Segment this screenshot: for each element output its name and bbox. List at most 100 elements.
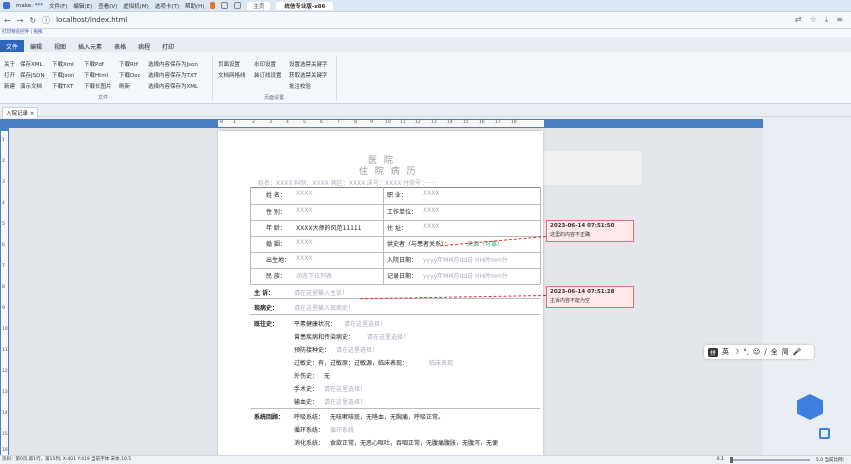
tab-title[interactable]: make: *** [16, 3, 43, 9]
ime-fullwidth[interactable]: 全 [771, 347, 778, 357]
ribbon-dl-xml[interactable]: 下载Xml [52, 60, 74, 68]
vertical-ruler[interactable]: 1 2 3 4 5 6 7 8 9 10 11 12 13 14 15 16 [0, 128, 9, 458]
ime-badge[interactable]: 拼 [708, 347, 719, 357]
menubar-course[interactable]: 病程 [132, 40, 156, 53]
url-field[interactable]: localhost/index.html [56, 16, 127, 24]
zoom-control[interactable]: 0.1 5.0 当前比例： [717, 455, 847, 464]
menubar-file[interactable]: 文件 [0, 39, 25, 53]
ribbon-dl-pdf[interactable]: 下载Pdf [84, 60, 104, 68]
menubar-view[interactable]: 视图 [48, 40, 72, 53]
ribbon-refresh[interactable]: 刷新 [119, 82, 130, 90]
menubar-table[interactable]: 表格 [108, 40, 132, 53]
menu-edit[interactable]: 编辑(E) [73, 2, 92, 10]
field-value[interactable]: XXXX [296, 207, 312, 214]
past-item-value[interactable]: 临床表现 [429, 358, 453, 367]
back-icon[interactable]: ← [4, 16, 11, 25]
present-illness-input[interactable]: 请在这里输入现病史！ [294, 303, 354, 312]
tab-vm[interactable]: 统信专业版-x86 [276, 1, 334, 10]
field-value[interactable]: XXXX [423, 207, 439, 214]
menu-icon[interactable]: ≡ [836, 15, 843, 25]
ruler-tick: 6 [320, 120, 323, 125]
zoom-thumb[interactable] [729, 456, 733, 463]
forward-icon[interactable]: → [17, 16, 24, 25]
menu-vm[interactable]: 虚拟机(M) [123, 2, 149, 10]
ribbon-dl-doc[interactable]: 下载Doc [119, 71, 141, 79]
ime-lang[interactable]: 英 [722, 347, 729, 357]
ime-toolbar[interactable]: 拼 英 ☽ °, ☺ ∕ 全 简 🎤 [704, 345, 814, 359]
fullscreen-icon[interactable] [234, 2, 242, 9]
ribbon-gutter[interactable]: 装订线设置 [254, 71, 282, 79]
menubar-insert[interactable]: 插入元素 [72, 40, 108, 53]
chief-complaint-input[interactable]: 请在这里输入主诉！ [294, 288, 348, 297]
menu-file[interactable]: 文件(F) [49, 2, 67, 10]
doc-header-row[interactable]: 姓名：XXXX 科别：XXXX 病区：XXXX 床号：XXXX 住院号：····… [258, 178, 438, 187]
past-item-value[interactable]: 请在这里选择！ [367, 332, 409, 341]
pause-icon[interactable] [210, 2, 216, 9]
ribbon-dl-json[interactable]: 下载Json [52, 71, 74, 79]
ribbon-dl-html[interactable]: 下载Html [84, 71, 108, 79]
field-value[interactable]: 动态下拉列表 [296, 271, 332, 280]
reload-icon[interactable]: ↻ [29, 16, 36, 25]
ribbon-watermark[interactable]: 水印设置 [254, 60, 276, 68]
ribbon-sel-xml[interactable]: 选择内容保存为XML [148, 82, 198, 90]
ribbon-comment-check[interactable]: 批注校验 [289, 82, 311, 90]
field-value[interactable]: XXXX [296, 239, 312, 246]
ribbon-sel-json[interactable]: 选择内容保存为Json [148, 60, 198, 68]
review-item-value[interactable]: 循环系统 [330, 425, 354, 434]
vertical-scrollbar[interactable] [843, 128, 851, 455]
field-value[interactable]: XXXX [296, 190, 312, 197]
moon-icon[interactable]: ☽ [733, 348, 739, 356]
download-icon[interactable]: ⤓ [825, 15, 829, 25]
field-value[interactable]: XXXX [423, 190, 439, 197]
tab-home[interactable]: 主页 [247, 1, 271, 10]
field-value[interactable]: yyyy年MM月dd日 HH时mm分 [423, 255, 508, 264]
snapshot-icon[interactable] [221, 2, 229, 9]
field-value[interactable]: XXXX [296, 255, 312, 262]
comment-card[interactable]: 2023-06-14 07:51:50 这里的内容不正确 [546, 220, 634, 242]
review-item-value[interactable]: 食欲正常，无恶心呕吐，吞咽正常，无腹痛腹胀，无腹泻，无便 [330, 438, 498, 447]
emoji-icon[interactable]: ☺ [753, 348, 760, 356]
screenshot-icon[interactable] [819, 428, 830, 439]
ime-simplified[interactable]: 简 [782, 347, 789, 357]
past-item-value[interactable]: 请在这里选择！ [324, 384, 366, 393]
info-icon[interactable]: ⓘ [42, 15, 50, 26]
ribbon-save-json[interactable]: 保存JSON [20, 71, 45, 79]
ribbon-demo-doc[interactable]: 演示文档 [20, 82, 42, 90]
past-item-value[interactable]: 请在这里选择！ [344, 319, 386, 328]
pen-icon[interactable]: ∕ [764, 348, 766, 356]
ribbon-dl-rtf[interactable]: 下载Rtf [119, 60, 138, 68]
microphone-icon[interactable]: 🎤 [793, 348, 802, 356]
ribbon-save-xml[interactable]: 保存XML [20, 60, 43, 68]
ribbon-new[interactable]: 新建 [4, 82, 15, 90]
punctuation-icon[interactable]: °, [743, 348, 749, 356]
field-value[interactable]: XXXX大师的风范11111 [296, 223, 362, 232]
field-value[interactable]: XXXX [423, 223, 439, 230]
menubar-edit[interactable]: 编辑 [24, 40, 48, 53]
ribbon-sel-txt[interactable]: 选择内容保存为TXT [148, 71, 197, 79]
comment-card[interactable]: 2023-06-14 07:51:28 主诉内容不能为空 [546, 286, 634, 308]
translate-icon[interactable]: ⇄ [795, 15, 802, 25]
past-item-value[interactable]: 请在这里选择！ [336, 345, 378, 354]
ribbon-about[interactable]: 关于 [4, 60, 15, 68]
ribbon-set-keywords[interactable]: 设置选禁关键字 [289, 60, 328, 68]
menu-help[interactable]: 帮助(H) [185, 2, 204, 10]
tab-admission-record[interactable]: 入院记录 × [2, 107, 39, 118]
past-item-value[interactable]: 请在这里选择！ [324, 397, 366, 406]
field-value[interactable]: yyyy年MM月dd日 HH时mm分 [423, 271, 508, 280]
bookmark-star-icon[interactable]: ☆ [810, 15, 817, 25]
bookmark-bar[interactable]: 打印预览控件 | 拖拽 [0, 29, 851, 37]
review-item-value[interactable]: 无咳嗽咳痰，无咯血，无胸痛，呼吸正常。 [330, 412, 444, 421]
ribbon-dl-longimg[interactable]: 下载长图片 [84, 82, 112, 90]
menubar-print[interactable]: 打印 [156, 40, 180, 53]
past-item-value[interactable]: 无 [324, 371, 330, 380]
menu-view[interactable]: 查看(V) [98, 2, 117, 10]
menu-tab[interactable]: 选项卡(T) [155, 2, 179, 10]
ribbon-open[interactable]: 打开 [4, 71, 15, 79]
ribbon-get-keywords[interactable]: 获取选禁关键字 [289, 71, 328, 79]
ribbon-page-setup[interactable]: 页面设置 [218, 60, 240, 68]
horizontal-ruler[interactable]: 8 1 2 3 4 5 6 7 8 9 10 11 12 13 14 15 16… [0, 119, 763, 128]
ribbon-doc-grid[interactable]: 文档网格线 [218, 71, 246, 79]
zoom-slider[interactable] [729, 456, 810, 463]
ribbon-dl-txt[interactable]: 下载TXT [52, 82, 73, 90]
assistant-logo-icon[interactable] [797, 394, 823, 420]
